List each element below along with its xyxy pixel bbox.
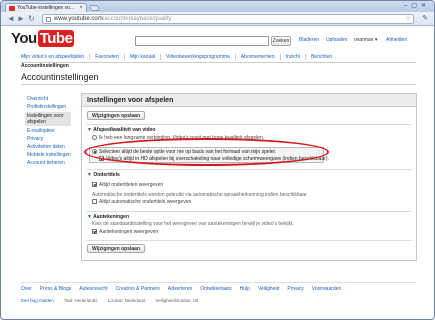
- divider: [86, 124, 412, 125]
- nav-item-my-videos[interactable]: Mijn video's en afspeellijsten: [21, 54, 89, 60]
- youtube-logo[interactable]: You Tube: [11, 30, 75, 47]
- sidebar-item-overview[interactable]: Overzicht: [25, 95, 71, 103]
- footer-link-help[interactable]: Hulp: [240, 286, 250, 292]
- sidebar-item-privacy[interactable]: Privacy: [25, 135, 71, 143]
- tab-title: YouTube-instellingen vo...: [17, 5, 75, 11]
- new-tab-button[interactable]: [88, 5, 101, 11]
- account-nav: Mijn video's en afspeellijsten Favorieten…: [21, 54, 416, 69]
- nav-item-insight[interactable]: Inzicht: [279, 54, 306, 60]
- safety-mode-setting[interactable]: Veiligheidsmodus: Uit: [155, 298, 198, 303]
- location-setting[interactable]: Locatie: Nederland: [108, 298, 146, 303]
- checkbox-annotations[interactable]: [92, 229, 97, 234]
- divider: [86, 169, 412, 170]
- divider: [86, 211, 412, 212]
- settings-sidebar: Overzicht Profielinstellingen Instelling…: [25, 95, 71, 167]
- nav-item-messages[interactable]: Berichten: [305, 54, 338, 60]
- radio-slow[interactable]: [92, 135, 97, 140]
- bookmark-star-icon[interactable]: ☆: [405, 14, 411, 23]
- browser-toolbar: ◄ ► ↻ www.youtube.com/account#playback/q…: [1, 12, 434, 26]
- language-setting[interactable]: Taal: Nederlands: [64, 298, 98, 303]
- nav-item-video-editor[interactable]: Videobewerkingsprogramma: [160, 54, 235, 60]
- panel-title: Instellingen voor afspelen: [82, 94, 416, 107]
- footer-link-safety[interactable]: Veiligheid: [258, 286, 279, 292]
- divider: [21, 84, 416, 85]
- report-bug-link[interactable]: Een bug melden: [21, 298, 54, 303]
- nav-current-section[interactable]: Accountinstellingen: [21, 63, 69, 69]
- sidebar-item-mobile[interactable]: Mobiele instellingen: [25, 151, 71, 159]
- footer-link-terms[interactable]: Voorwaarden: [312, 286, 341, 292]
- footer-link-copyright[interactable]: Auteursrecht: [79, 286, 107, 292]
- nav-item-favorites[interactable]: Favorieten: [89, 54, 124, 60]
- captions-option-always[interactable]: Altijd ondertitelen weergeven: [92, 182, 163, 188]
- nav-item-subscriptions[interactable]: Abonnementen: [234, 54, 280, 60]
- footer-link-press[interactable]: Press & Blogs: [40, 286, 71, 292]
- footer-links: Over Press & Blogs Auteursrecht Creators & …: [21, 286, 416, 292]
- save-button-bottom[interactable]: Wijzigingen opslaan: [87, 244, 146, 253]
- save-button-top[interactable]: Wijzigingen opslaan: [87, 111, 146, 120]
- url-domain: www.youtube.com: [54, 16, 103, 22]
- url-path: /account#playback/quality: [102, 16, 172, 22]
- captions-section-heading[interactable]: ▼ Ondertitels: [87, 172, 120, 178]
- quality-section-heading[interactable]: ▼ Afspeelkwaliteit van video: [87, 127, 155, 133]
- youtube-favicon-icon: [9, 6, 15, 11]
- sidebar-item-email[interactable]: E-mailopties: [25, 127, 71, 135]
- checkbox-captions[interactable]: [92, 182, 97, 187]
- wrench-menu-icon[interactable]: ✎: [422, 14, 428, 22]
- browse-link[interactable]: Bladeren: [299, 37, 319, 43]
- footer-link-creators[interactable]: Creators & Partners: [116, 286, 160, 292]
- youtube-header: You Tube Zoeken Bladeren Uploaden ovarman…: [1, 27, 434, 51]
- footer: Over Press & Blogs Auteursrecht Creators & …: [21, 282, 416, 303]
- browser-titlebar: YouTube-instellingen vo... × –▢✕: [1, 1, 434, 13]
- sidebar-item-profile[interactable]: Profielinstellingen: [25, 103, 71, 111]
- sidebar-item-manage-account[interactable]: Account beheren: [25, 159, 71, 167]
- footer-link-about[interactable]: Over: [21, 286, 32, 292]
- forward-arrow-icon[interactable]: ►: [17, 14, 25, 23]
- page-icon: [46, 17, 51, 22]
- divider: [86, 240, 412, 241]
- username-menu[interactable]: ovarman ▾: [354, 37, 377, 43]
- back-arrow-icon[interactable]: ◄: [7, 14, 15, 23]
- address-bar[interactable]: www.youtube.com/account#playback/quality…: [42, 14, 414, 24]
- footer-link-privacy[interactable]: Privacy: [287, 286, 303, 292]
- checkbox-auto-captions[interactable]: [92, 199, 97, 204]
- footer-sub: Een bug melden Taal: Nederlands Locatie: N…: [21, 298, 416, 303]
- signout-link[interactable]: Afmelden: [386, 37, 407, 43]
- search-button[interactable]: Zoeken: [271, 36, 291, 46]
- footer-link-developers[interactable]: Ontwikkelaars: [200, 286, 231, 292]
- sidebar-item-playback[interactable]: Instellingen voor afspelen: [25, 112, 71, 126]
- footer-link-advertising[interactable]: Adverteren: [168, 286, 192, 292]
- triangle-down-icon: ▼: [87, 127, 92, 133]
- triangle-down-icon: ▼: [87, 172, 92, 178]
- red-highlight-annotation: [84, 138, 329, 166]
- reload-icon[interactable]: ↻: [28, 14, 35, 23]
- captions-note: Automatische ondertitels worden gebruikt…: [92, 192, 308, 198]
- nav-item-my-channel[interactable]: Mijn kanaal: [123, 54, 161, 60]
- window-controls[interactable]: –▢✕: [404, 2, 430, 9]
- annotations-section-heading[interactable]: ▼ Aantekeningen: [87, 214, 129, 220]
- triangle-down-icon: ▼: [87, 214, 92, 220]
- captions-option-auto[interactable]: Altijd automatische ondertitels weergeve…: [92, 199, 191, 205]
- annotations-option-show[interactable]: Aantekeningen weergeven: [92, 229, 158, 235]
- playback-settings-panel: Instellingen voor afspelen Wijzigingen o…: [81, 93, 417, 261]
- annotations-note: Kies de standaardinstelling voor het wee…: [92, 221, 294, 227]
- upload-link[interactable]: Uploaden: [326, 37, 347, 43]
- browser-window: YouTube-instellingen vo... × –▢✕ ◄ ► ↻ w…: [0, 0, 435, 320]
- search-input[interactable]: [135, 36, 269, 46]
- sidebar-item-activity-sharing[interactable]: Activiteiten delen: [25, 143, 71, 151]
- page-title: Accountinstellingen: [21, 72, 99, 82]
